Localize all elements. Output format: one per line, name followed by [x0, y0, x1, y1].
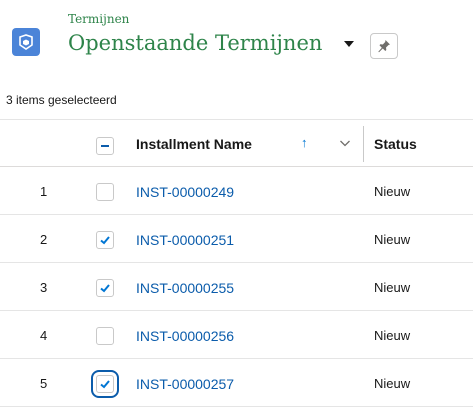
column-header-status[interactable]: Status [374, 136, 417, 152]
checkmark-icon [100, 284, 110, 293]
status-cell: Nieuw [374, 232, 411, 247]
status-cell: Nieuw [374, 184, 411, 199]
status-cell: Nieuw [374, 376, 411, 391]
object-label: Termijnen [68, 12, 130, 26]
indeterminate-icon [101, 145, 109, 147]
installment-name-link[interactable]: INST-00000249 [136, 184, 234, 200]
table-header: Installment Name ↑ Status [0, 119, 473, 167]
status-cell: Nieuw [374, 328, 411, 343]
checkmark-icon [100, 380, 110, 389]
list-view-title[interactable]: Openstaande Termijnen [68, 31, 322, 55]
column-resize-handle[interactable] [363, 126, 364, 162]
list-view-header: Termijnen Openstaande Termijnen [12, 10, 473, 64]
pin-icon [378, 40, 390, 53]
column-menu-chevron-icon[interactable] [339, 136, 351, 154]
column-header-installment-name[interactable]: Installment Name [136, 136, 252, 152]
installment-object-icon [12, 28, 40, 56]
row-number: 4 [40, 328, 48, 343]
row-select-checkbox[interactable] [96, 279, 114, 297]
row-number: 2 [40, 232, 48, 247]
row-number: 1 [40, 184, 48, 199]
pin-list-button[interactable] [370, 33, 398, 59]
row-select-checkbox[interactable] [96, 231, 114, 249]
row-number: 3 [40, 280, 48, 295]
table-row[interactable]: 5 INST-00000257 Nieuw [0, 359, 473, 407]
list-view-switcher-icon[interactable] [344, 41, 354, 47]
table-row[interactable]: 4 INST-00000256 Nieuw [0, 311, 473, 359]
sort-ascending-icon: ↑ [301, 135, 308, 150]
table-row[interactable]: 2 INST-00000251 Nieuw [0, 215, 473, 263]
row-number: 5 [40, 376, 48, 391]
installment-name-link[interactable]: INST-00000251 [136, 232, 234, 248]
row-select-checkbox[interactable] [96, 183, 114, 201]
status-cell: Nieuw [374, 280, 411, 295]
row-select-checkbox[interactable] [96, 327, 114, 345]
installment-name-link[interactable]: INST-00000257 [136, 376, 234, 392]
installment-name-link[interactable]: INST-00000256 [136, 328, 234, 344]
select-all-checkbox[interactable] [96, 137, 114, 155]
row-select-checkbox[interactable] [91, 370, 119, 398]
table-row[interactable]: 1 INST-00000249 Nieuw [0, 167, 473, 215]
installment-name-link[interactable]: INST-00000255 [136, 280, 234, 296]
checkmark-icon [100, 236, 110, 245]
table-row[interactable]: 3 INST-00000255 Nieuw [0, 263, 473, 311]
selection-count: 3 items geselecteerd [6, 93, 117, 107]
